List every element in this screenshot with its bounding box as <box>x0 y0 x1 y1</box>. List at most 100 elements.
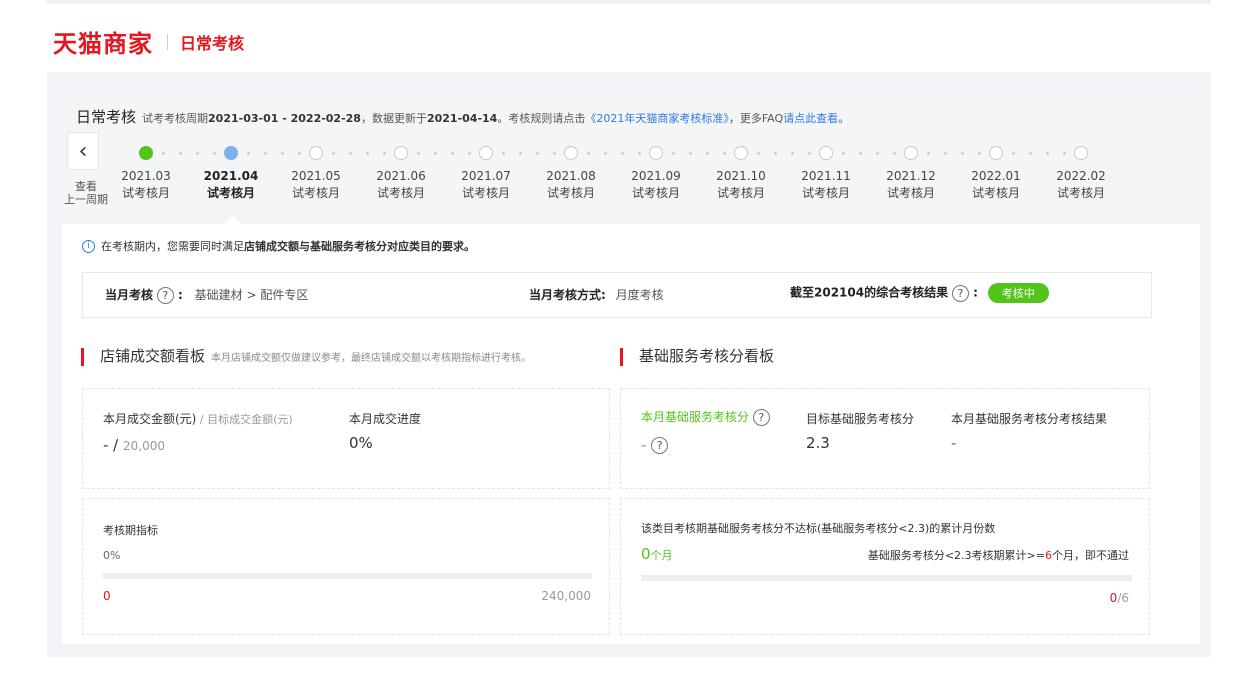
timeline-dot <box>757 152 760 155</box>
brand-name: 天猫商家 <box>53 30 153 58</box>
timeline-dot <box>468 152 471 155</box>
mode-label: 当月考核方式: <box>529 288 606 302</box>
timeline-node-2021.08[interactable] <box>564 146 578 160</box>
help-icon[interactable]: ? <box>651 437 669 454</box>
section-title: 店铺成交额看板 <box>100 347 206 365</box>
timeline-node-2022.01[interactable] <box>989 146 1003 160</box>
timeline-node-2021.06[interactable] <box>394 146 408 160</box>
timeline-month[interactable]: 2021.04 试考核月 <box>196 168 266 202</box>
timeline-dot <box>536 152 539 155</box>
timeline-dot <box>1063 152 1066 155</box>
period-target-card: 考核期指标 0% 0 240,000 <box>82 498 610 635</box>
faq-prefix: ，更多FAQ <box>728 112 784 125</box>
score-value: - ? <box>641 436 669 454</box>
progress-value: 0% <box>349 434 373 452</box>
timeline-dot <box>281 152 284 155</box>
failed-months-unit: 个月 <box>650 549 673 562</box>
timeline-month-label: 试考核月 <box>886 186 935 200</box>
timeline-node-2021.11[interactable] <box>819 146 833 160</box>
timeline-dot <box>196 152 199 155</box>
timeline-node-2021.10[interactable] <box>734 146 748 160</box>
page-title: 日常考核 试考考核周期2021-03-01 - 2022-02-28，数据更新于2… <box>76 106 849 127</box>
section-title: 基础服务考核分看板 <box>639 347 775 365</box>
timeline-month-label: 试考核月 <box>631 186 680 200</box>
timeline-month-date: 2021.08 <box>546 169 596 183</box>
timeline-month[interactable]: 2021.07 试考核月 <box>451 168 521 202</box>
update-date: 2021-04-14 <box>426 112 498 125</box>
timeline-month-date: 2021.12 <box>886 169 936 183</box>
top-divider <box>47 0 1211 4</box>
timeline-dot <box>689 152 692 155</box>
timeline-node-2021.09[interactable] <box>649 146 663 160</box>
timeline-dot <box>383 152 386 155</box>
timeline-node-2021.03[interactable] <box>139 146 153 160</box>
assessment-mode: 当月考核方式: 月度考核 <box>529 286 664 303</box>
help-icon[interactable]: ? <box>156 287 174 304</box>
timeline-node-2021.07[interactable] <box>479 146 493 160</box>
timeline-node-2021.12[interactable] <box>904 146 918 160</box>
content-area: 日常考核 试考考核周期2021-03-01 - 2022-02-28，数据更新于2… <box>47 72 1211 657</box>
timeline-dot <box>162 152 165 155</box>
timeline-month[interactable]: 2021.12 试考核月 <box>876 168 946 202</box>
period-prefix: 试考考核周期 <box>142 112 209 125</box>
timeline-month[interactable]: 2021.09 试考核月 <box>621 168 691 202</box>
timeline-month[interactable]: 2021.06 试考核月 <box>366 168 436 202</box>
timeline-node-2021.04[interactable] <box>224 146 238 160</box>
period-progress-bar <box>103 573 592 579</box>
update-prefix: ，数据更新于 <box>360 112 427 125</box>
fail-rule-number: 6 <box>1045 549 1052 562</box>
amount-label: 本月成交金额(元) / 目标成交金额(元) <box>103 410 293 427</box>
faq-suffix: 。 <box>838 112 850 125</box>
timeline-month-label: 试考核月 <box>1056 186 1105 200</box>
period-percent: 0% <box>103 549 121 562</box>
timeline-month-label: 试考核月 <box>801 186 850 200</box>
timeline-dot <box>179 152 182 155</box>
failed-months-progress-bar <box>641 575 1132 581</box>
target-value-text: 20,000 <box>123 439 166 453</box>
timeline-dot <box>876 152 879 155</box>
timeline-month[interactable]: 2022.02 试考核月 <box>1046 168 1116 202</box>
help-icon[interactable]: ? <box>752 409 770 426</box>
timeline-node-2021.05[interactable] <box>309 146 323 160</box>
target-label-text: / 目标成交金额(元) <box>196 413 293 426</box>
mode-value: 月度考核 <box>615 288 664 302</box>
timeline-node-2022.02[interactable] <box>1074 146 1088 160</box>
timeline-month-date: 2021.04 <box>203 169 259 183</box>
score-result-value: - <box>951 434 957 452</box>
target-score-label: 目标基础服务考核分 <box>806 412 915 426</box>
title-text: 日常考核 <box>76 108 137 126</box>
header-logo[interactable]: 天猫商家 日常考核 <box>53 24 244 59</box>
info-tip: i 在考核期内，您需要同时满足 店铺成交额与基础服务考核分对应类目的要求。 <box>82 238 475 254</box>
timeline-month-date: 2021.06 <box>376 169 426 183</box>
timeline-dot <box>791 152 794 155</box>
timeline-month[interactable]: 2021.03 试考核月 <box>111 168 181 202</box>
amount-value: - / 20,000 <box>103 436 165 454</box>
fail-rule: 基础服务考核分<2.3考核期累计>=6个月，即不通过 <box>868 547 1129 563</box>
status-badge: 考核中 <box>987 283 1049 303</box>
timeline-month-label: 试考核月 <box>546 186 595 200</box>
timeline-dot <box>1046 152 1049 155</box>
prev-period-button[interactable]: ‹ <box>67 132 99 170</box>
help-icon[interactable]: ? <box>951 284 969 302</box>
faq-link[interactable]: 请点此查看 <box>783 112 838 125</box>
timeline-month[interactable]: 2022.01 试考核月 <box>961 168 1031 202</box>
timeline-dot <box>774 152 777 155</box>
header-separator <box>167 33 168 50</box>
prev-period-label[interactable]: 查看 上一周期 <box>61 180 111 206</box>
rules-link[interactable]: 《2021年天猫商家考核标准》 <box>585 112 729 125</box>
timeline-month-label: 试考核月 <box>206 186 255 200</box>
timeline-month-date: 2021.05 <box>291 169 341 183</box>
prev-period-label-line1: 查看 <box>75 180 97 193</box>
timeline-month[interactable]: 2021.11 试考核月 <box>791 168 861 202</box>
current-month-caret <box>225 216 241 224</box>
timeline-dot <box>893 152 896 155</box>
timeline-month[interactable]: 2021.05 试考核月 <box>281 168 351 202</box>
timeline-dot <box>842 152 845 155</box>
timeline-month-label: 试考核月 <box>716 186 765 200</box>
timeline-dot <box>944 152 947 155</box>
timeline-month[interactable]: 2021.08 试考核月 <box>536 168 606 202</box>
timeline-dot <box>961 152 964 155</box>
timeline-dot <box>298 152 301 155</box>
timeline-month[interactable]: 2021.10 试考核月 <box>706 168 776 202</box>
service-score-board-title: 基础服务考核分看板 <box>620 345 774 366</box>
